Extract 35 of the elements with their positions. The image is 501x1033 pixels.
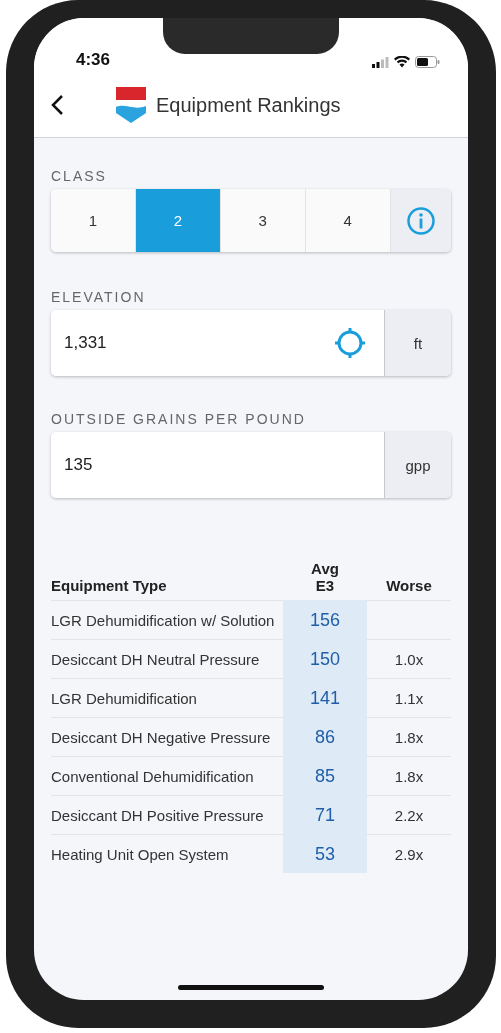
table-cell: 53: [283, 834, 367, 873]
info-button[interactable]: [390, 189, 451, 252]
info-icon[interactable]: [405, 205, 436, 236]
signal-icon: [372, 56, 389, 68]
wifi-icon: [394, 56, 410, 68]
table-cell: 150: [283, 639, 367, 679]
table-cell: 71: [283, 795, 367, 835]
table-cell: 2.2x: [367, 795, 451, 835]
table-cell: 86: [283, 717, 367, 757]
crosshair-icon[interactable]: [334, 327, 366, 359]
grains-field[interactable]: 135: [51, 432, 385, 498]
table-cell: 156: [283, 600, 367, 640]
section-label: ELEVATION: [51, 289, 147, 305]
table-cell: 85: [283, 756, 367, 796]
column-header: Equipment Type: [51, 555, 283, 601]
class-segment[interactable]: 4: [305, 189, 391, 252]
back-icon[interactable]: [50, 94, 64, 116]
class-segment[interactable]: 1: [51, 189, 136, 252]
logo-icon: [116, 87, 146, 123]
screen-title: Equipment Rankings: [156, 93, 341, 117]
class-segment[interactable]: 3: [220, 189, 306, 252]
column-header: Worse: [367, 555, 451, 601]
table-cell: 141: [283, 678, 367, 718]
table-cell: 1.1x: [367, 678, 451, 718]
table-cell: 1.8x: [367, 717, 451, 757]
unit-label: ft: [385, 310, 451, 376]
table-cell: 1.0x: [367, 639, 451, 679]
unit-label: gpp: [385, 432, 451, 498]
section-label: OUTSIDE GRAINS PER POUND: [51, 411, 307, 427]
table-cell: 2.9x: [367, 834, 451, 873]
section-label: CLASS: [51, 168, 108, 184]
column-header: Avg E3: [283, 555, 367, 601]
table-cell: 1.8x: [367, 756, 451, 796]
battery-icon: [415, 56, 440, 68]
status-time: 4:36: [76, 50, 111, 71]
